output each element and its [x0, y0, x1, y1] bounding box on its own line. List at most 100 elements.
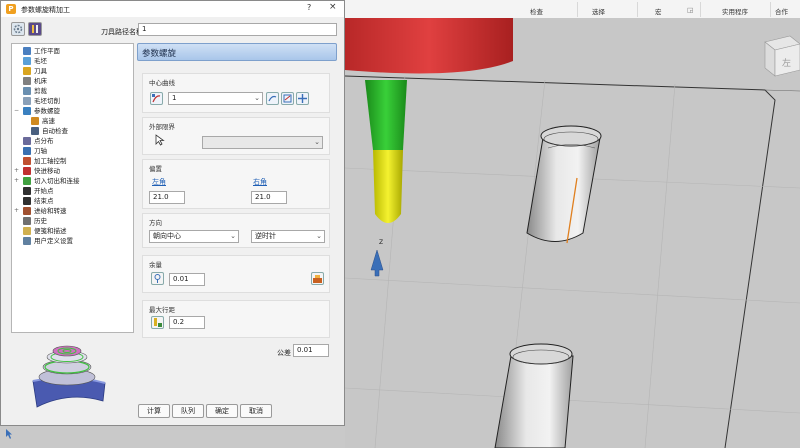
ribbon-group-macro[interactable]: 宏 — [655, 6, 662, 16]
spiral-icon — [23, 107, 31, 115]
tool-axis-icon — [23, 147, 31, 155]
curve-create-icon[interactable] — [281, 92, 294, 105]
boundary-pick-cursor-icon[interactable] — [155, 134, 165, 146]
tree-item[interactable]: 高速 — [31, 116, 55, 126]
direction-toward-select[interactable]: 朝向中心 ⌄ — [149, 230, 239, 243]
tree-item-label: 历史 — [34, 217, 47, 225]
settings-tree[interactable]: 工作平面 毛坯 刀具 机床 剪裁毛坯切削 − 参数螺旋高速 自动检查 点分布 刀轴加工轴控制 + 快进… — [11, 43, 134, 333]
stepover-input[interactable]: 0.2 — [169, 316, 205, 329]
queue-button[interactable]: 队列 — [172, 404, 204, 418]
tree-item[interactable]: 点分布 — [23, 136, 54, 146]
stock-cut-icon — [23, 97, 31, 105]
left-angle-link[interactable]: 左角 — [152, 177, 166, 187]
ok-button[interactable]: 确定 — [206, 404, 238, 418]
tree-expander-icon[interactable]: + — [14, 176, 19, 186]
tree-item[interactable]: 毛坯切削 — [23, 96, 60, 106]
tree-item[interactable]: 结束点 — [23, 196, 54, 206]
tree-item-label: 剪裁 — [34, 87, 47, 95]
tree-item-label: 用户定义设置 — [34, 237, 73, 245]
spiral-preview-image — [32, 345, 106, 408]
curve-pick-icon[interactable] — [150, 92, 163, 105]
tree-item[interactable]: 工作平面 — [23, 46, 60, 56]
tree-item[interactable]: + 切入切出和连接 — [14, 176, 80, 186]
tree-item-label: 快进移动 — [34, 167, 60, 175]
tree-item[interactable]: 加工轴控制 — [23, 156, 67, 166]
ribbon-group-check[interactable]: 检查 — [530, 6, 543, 16]
ribbon-bar: 检查 选择 宏 ◲ 实用程序 合作 — [345, 0, 800, 19]
tree-item-label: 毛坯切削 — [34, 97, 60, 105]
right-angle-link[interactable]: 右角 — [253, 177, 267, 187]
stepover-calculator-icon[interactable] — [151, 316, 164, 329]
tree-item-label: 进给和转速 — [34, 207, 67, 215]
ribbon-group-collaborate[interactable]: 合作 — [775, 6, 788, 16]
allowance-input[interactable]: 0.01 — [169, 273, 205, 286]
workplane-icon — [23, 47, 31, 55]
rotation-select[interactable]: 逆时针 ⌄ — [251, 230, 325, 243]
tool-select-icon[interactable] — [28, 22, 42, 36]
cancel-button[interactable]: 取消 — [240, 404, 272, 418]
tree-item[interactable]: 自动检查 — [31, 126, 68, 136]
tree-item-label: 毛坯 — [34, 57, 47, 65]
tree-expander-icon[interactable]: + — [14, 166, 19, 176]
tolerance-input[interactable]: 0.01 — [293, 344, 329, 357]
options-gear-icon[interactable] — [11, 22, 25, 36]
allowance-icon[interactable] — [151, 272, 164, 285]
toolpath-name-input[interactable]: 1 — [138, 23, 337, 36]
tree-item[interactable]: 机床 — [23, 76, 47, 86]
tree-item[interactable]: 剪裁 — [23, 86, 47, 96]
section-header: 参数螺旋 — [137, 43, 337, 61]
tree-item[interactable]: 便笺和描述 — [23, 226, 67, 236]
offset-title: 偏置 — [149, 165, 162, 173]
graphics-viewport[interactable]: Z 左 — [345, 18, 800, 448]
left-angle-input[interactable]: 21.0 — [149, 191, 185, 204]
outer-boundary-select[interactable]: ⌄ — [202, 136, 323, 149]
tree-item[interactable]: − 参数螺旋 — [14, 106, 60, 116]
center-curve-title: 中心曲线 — [149, 79, 175, 87]
tree-item-label: 便笺和描述 — [34, 227, 67, 235]
point-dist-icon — [23, 137, 31, 145]
toolpath-name-label: 刀具路径名称 — [101, 28, 143, 36]
auto-check-icon — [31, 127, 39, 135]
history-icon — [23, 217, 31, 225]
right-angle-input[interactable]: 21.0 — [251, 191, 287, 204]
tree-item-label: 参数螺旋 — [34, 107, 60, 115]
view-cube[interactable]: 左 — [764, 35, 800, 77]
tree-item[interactable]: 刀轴 — [23, 146, 47, 156]
axis-control-icon — [23, 157, 31, 165]
tree-expander-icon[interactable]: − — [14, 106, 19, 116]
allowance-settings-icon[interactable] — [311, 272, 324, 285]
curve-edit-icon[interactable] — [266, 92, 279, 105]
machine-icon — [23, 77, 31, 85]
tolerance-label: 公差 — [277, 349, 291, 357]
ribbon-expand-icon[interactable]: ◲ — [687, 6, 693, 14]
close-button[interactable]: × — [329, 2, 337, 12]
svg-text:左: 左 — [782, 57, 791, 69]
tree-item[interactable]: 用户定义设置 — [23, 236, 73, 246]
tree-item-label: 切入切出和连接 — [34, 177, 80, 185]
calculate-button[interactable]: 计算 — [138, 404, 170, 418]
svg-text:Z: Z — [379, 239, 383, 246]
limit-icon — [23, 87, 31, 95]
tree-item[interactable]: 刀具 — [23, 66, 47, 76]
tree-item-label: 刀轴 — [34, 147, 47, 155]
feeds-speeds-icon — [23, 207, 31, 215]
tree-item[interactable]: + 快进移动 — [14, 166, 60, 176]
center-curve-select[interactable]: 1 ⌄ — [168, 92, 263, 105]
tree-item-label: 开始点 — [34, 187, 54, 195]
allowance-title: 余量 — [149, 261, 162, 269]
tree-item-label: 加工轴控制 — [34, 157, 67, 165]
tree-item[interactable]: 毛坯 — [23, 56, 47, 66]
parametric-spiral-dialog: P 参数螺旋精加工 ? × 刀具路径名称 1 工作平面 毛坯 刀具 机床 剪裁 毛坯切削 −… — [0, 0, 345, 426]
tree-expander-icon[interactable]: + — [14, 206, 19, 216]
ribbon-group-select[interactable]: 选择 — [592, 6, 605, 16]
tree-item[interactable]: 开始点 — [23, 186, 54, 196]
block-icon — [23, 57, 31, 65]
tree-item-label: 高速 — [42, 117, 55, 125]
tree-item[interactable]: 历史 — [23, 216, 47, 226]
ribbon-group-utilities[interactable]: 实用程序 — [722, 6, 748, 16]
curve-move-icon[interactable] — [296, 92, 309, 105]
help-button[interactable]: ? — [307, 3, 311, 12]
tree-item[interactable]: + 进给和转速 — [14, 206, 67, 216]
dialog-titlebar[interactable]: P 参数螺旋精加工 ? × — [1, 1, 344, 17]
dialog-title: 参数螺旋精加工 — [21, 6, 70, 14]
